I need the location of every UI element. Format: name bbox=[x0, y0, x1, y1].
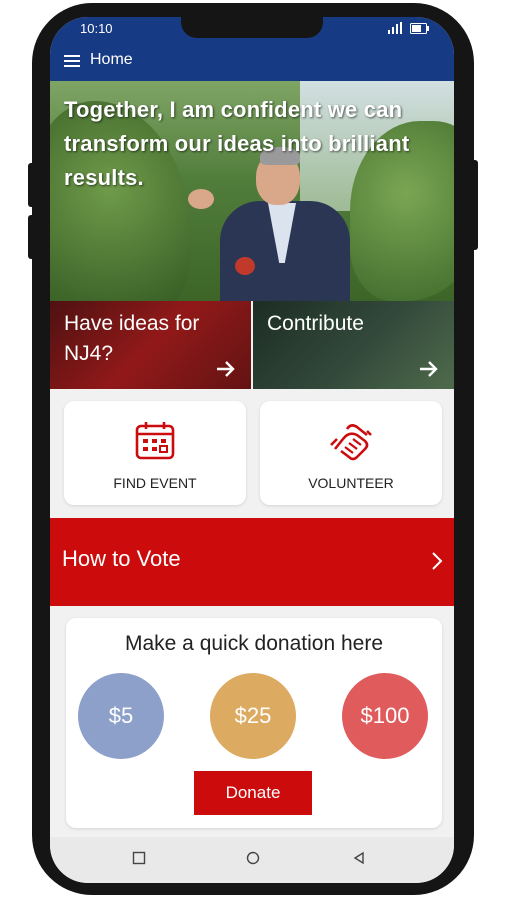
app-bar: Home bbox=[50, 41, 454, 81]
back-triangle-icon[interactable] bbox=[352, 851, 366, 869]
amount-5-button[interactable]: $5 bbox=[78, 673, 164, 759]
page-title: Home bbox=[90, 51, 133, 68]
arrow-right-icon bbox=[418, 359, 440, 383]
phone-screen: 10:10 Home Together, I am confident we c… bbox=[50, 17, 454, 883]
ideas-tile-label: Have ideas for NJ4? bbox=[64, 312, 200, 365]
contribute-tile[interactable]: Contribute bbox=[253, 301, 454, 389]
hamburger-menu-icon[interactable] bbox=[64, 55, 80, 67]
find-event-card[interactable]: FIND EVENT bbox=[64, 401, 246, 505]
donation-heading: Make a quick donation here bbox=[125, 632, 383, 655]
amount-100-button[interactable]: $100 bbox=[342, 673, 428, 759]
arrow-right-icon bbox=[215, 359, 237, 383]
volunteer-card[interactable]: VOLUNTEER bbox=[260, 401, 442, 505]
signal-icon bbox=[388, 22, 402, 34]
chevron-right-icon bbox=[430, 550, 444, 576]
hero-banner: Together, I am confident we can transfor… bbox=[50, 81, 454, 301]
handshake-icon bbox=[327, 419, 375, 467]
find-event-label: FIND EVENT bbox=[113, 475, 197, 491]
phone-notch bbox=[181, 17, 323, 38]
tile-row: Have ideas for NJ4? Contribute bbox=[50, 301, 454, 389]
calendar-icon bbox=[133, 419, 177, 467]
hero-photo-apple bbox=[235, 257, 255, 275]
volunteer-label: VOLUNTEER bbox=[308, 475, 394, 491]
amount-25-button[interactable]: $25 bbox=[210, 673, 296, 759]
system-nav-bar bbox=[50, 837, 454, 883]
square-icon[interactable] bbox=[132, 851, 146, 869]
contribute-tile-label: Contribute bbox=[267, 312, 364, 335]
circle-icon[interactable] bbox=[246, 851, 260, 869]
hero-quote: Together, I am confident we can transfor… bbox=[64, 97, 410, 190]
donate-button[interactable]: Donate bbox=[194, 771, 312, 815]
status-time: 10:10 bbox=[80, 21, 113, 36]
how-to-vote-label: How to Vote bbox=[62, 546, 181, 571]
donation-card: Make a quick donation here $5 $25 $100 D… bbox=[66, 618, 442, 828]
how-to-vote-banner[interactable]: How to Vote bbox=[50, 518, 454, 606]
battery-icon bbox=[410, 22, 429, 34]
status-icons bbox=[388, 22, 430, 34]
ideas-tile[interactable]: Have ideas for NJ4? bbox=[50, 301, 251, 389]
